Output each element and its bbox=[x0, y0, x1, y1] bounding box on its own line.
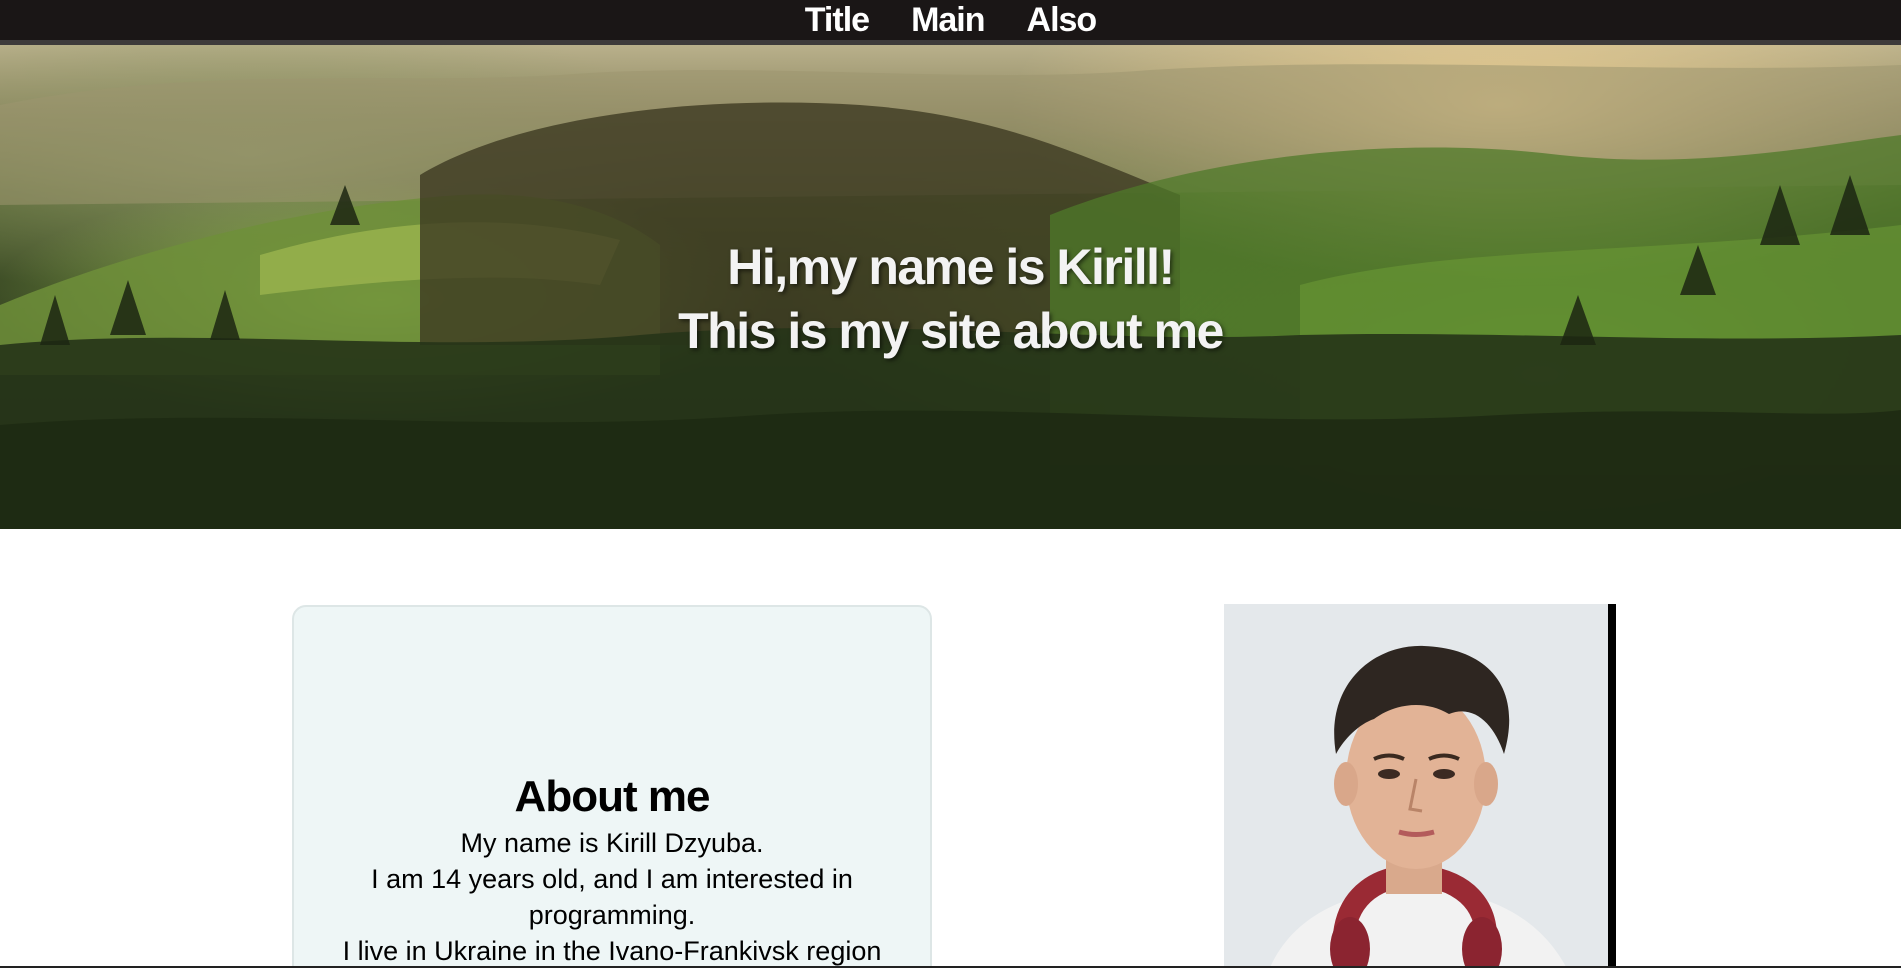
profile-photo bbox=[1224, 604, 1616, 968]
about-line: I live in Ukraine in the Ivano-Frankivsk… bbox=[342, 936, 882, 966]
portrait-image bbox=[1224, 604, 1600, 968]
about-card: About me My name is Kirill Dzyuba. I am … bbox=[292, 605, 932, 968]
about-line: My name is Kirill Dzyuba. bbox=[460, 828, 764, 858]
about-text: My name is Kirill Dzyuba. I am 14 years … bbox=[314, 825, 910, 968]
about-line: programming. bbox=[528, 900, 696, 930]
top-navbar: Title Main Also bbox=[0, 0, 1901, 45]
nav-link-main[interactable]: Main bbox=[911, 0, 985, 40]
nav-link-also[interactable]: Also bbox=[1027, 0, 1098, 40]
hero-heading: Hi,my name is Kirill! This is my site ab… bbox=[0, 235, 1901, 363]
hero-banner: Hi,my name is Kirill! This is my site ab… bbox=[0, 45, 1901, 529]
hero-heading-line2: This is my site about me bbox=[678, 303, 1224, 359]
about-title: About me bbox=[514, 772, 711, 821]
page: Title Main Also Hi,my name is Kirill! Th… bbox=[0, 0, 1901, 968]
nav-link-title[interactable]: Title bbox=[805, 0, 870, 40]
hero-heading-line1: Hi,my name is Kirill! bbox=[727, 239, 1175, 295]
about-line: I am 14 years old, and I am interested i… bbox=[371, 864, 853, 894]
